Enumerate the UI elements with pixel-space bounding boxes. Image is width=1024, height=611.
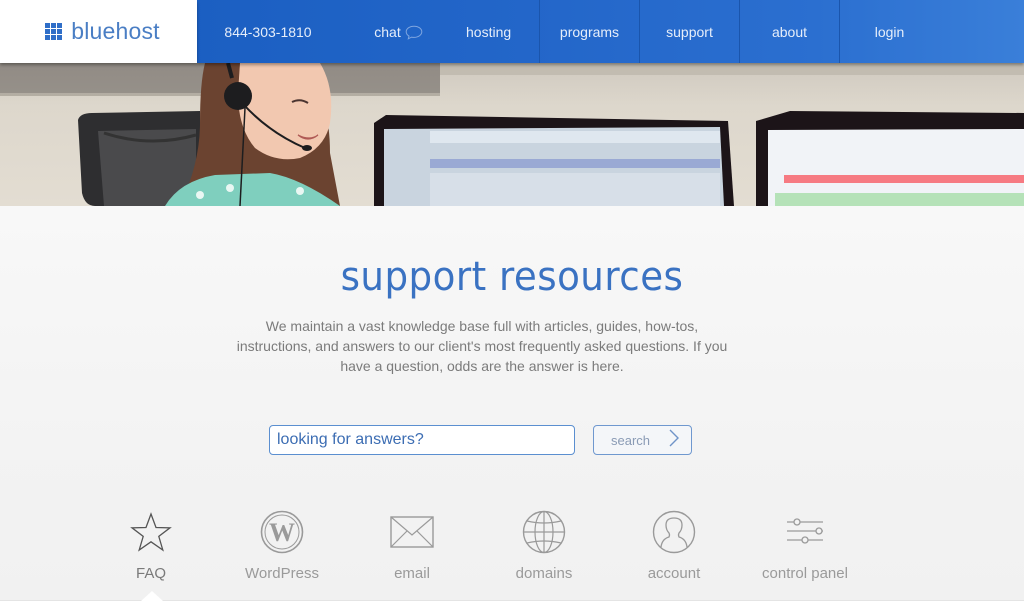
globe-icon <box>521 509 567 555</box>
category-account[interactable]: account <box>614 506 734 582</box>
category-wordpress[interactable]: W WordPress <box>222 506 342 582</box>
content-divider <box>0 600 1024 611</box>
wordpress-icon: W <box>259 509 305 555</box>
main-nav: 844-303-1810 chat hosting programs suppo… <box>197 0 1024 63</box>
search-input[interactable] <box>269 425 575 455</box>
search-button[interactable]: search <box>593 425 692 455</box>
search-button-label: search <box>611 432 651 448</box>
bluehost-logo[interactable]: bluehost <box>0 0 197 63</box>
page-description: We maintain a vast knowledge base full w… <box>236 318 728 374</box>
logo-grid-icon <box>45 23 64 40</box>
nav-hosting-link[interactable]: hosting <box>457 0 539 63</box>
category-email[interactable]: email <box>352 506 472 582</box>
nav-support-link[interactable]: support <box>639 0 739 63</box>
nav-phone-link[interactable]: 844-303-1810 <box>197 0 339 63</box>
nav-about-link[interactable]: about <box>739 0 839 63</box>
site-header: bluehost 844-303-1810 chat hosting progr… <box>0 0 1024 63</box>
nav-login-link[interactable]: login <box>839 0 939 63</box>
support-categories: FAQ W WordPress email domains account co… <box>0 506 1024 600</box>
category-faq[interactable]: FAQ <box>91 506 211 582</box>
support-content: support resources We maintain a vast kno… <box>0 206 1024 600</box>
nav-programs-link[interactable]: programs <box>539 0 639 63</box>
envelope-icon <box>389 509 435 555</box>
nav-chat-label: chat <box>374 23 401 40</box>
page-title: support resources <box>340 254 684 300</box>
chat-bubble-icon <box>405 25 423 40</box>
hero-image <box>0 63 1024 206</box>
category-label: control panel <box>762 565 848 582</box>
category-domains[interactable]: domains <box>484 506 604 582</box>
sliders-icon <box>782 509 828 555</box>
logo-text: bluehost <box>71 18 160 44</box>
category-label: FAQ <box>135 565 166 582</box>
svg-text:W: W <box>269 518 295 547</box>
category-label: email <box>394 565 430 582</box>
user-icon <box>651 509 697 555</box>
category-label: domains <box>515 565 573 582</box>
category-label: WordPress <box>245 565 319 582</box>
active-category-pointer <box>141 591 163 601</box>
chevron-right-icon <box>668 429 680 452</box>
category-control-panel[interactable]: control panel <box>745 506 865 582</box>
category-label: account <box>647 565 701 582</box>
nav-chat-link[interactable]: chat <box>339 0 457 63</box>
star-icon <box>128 509 174 555</box>
